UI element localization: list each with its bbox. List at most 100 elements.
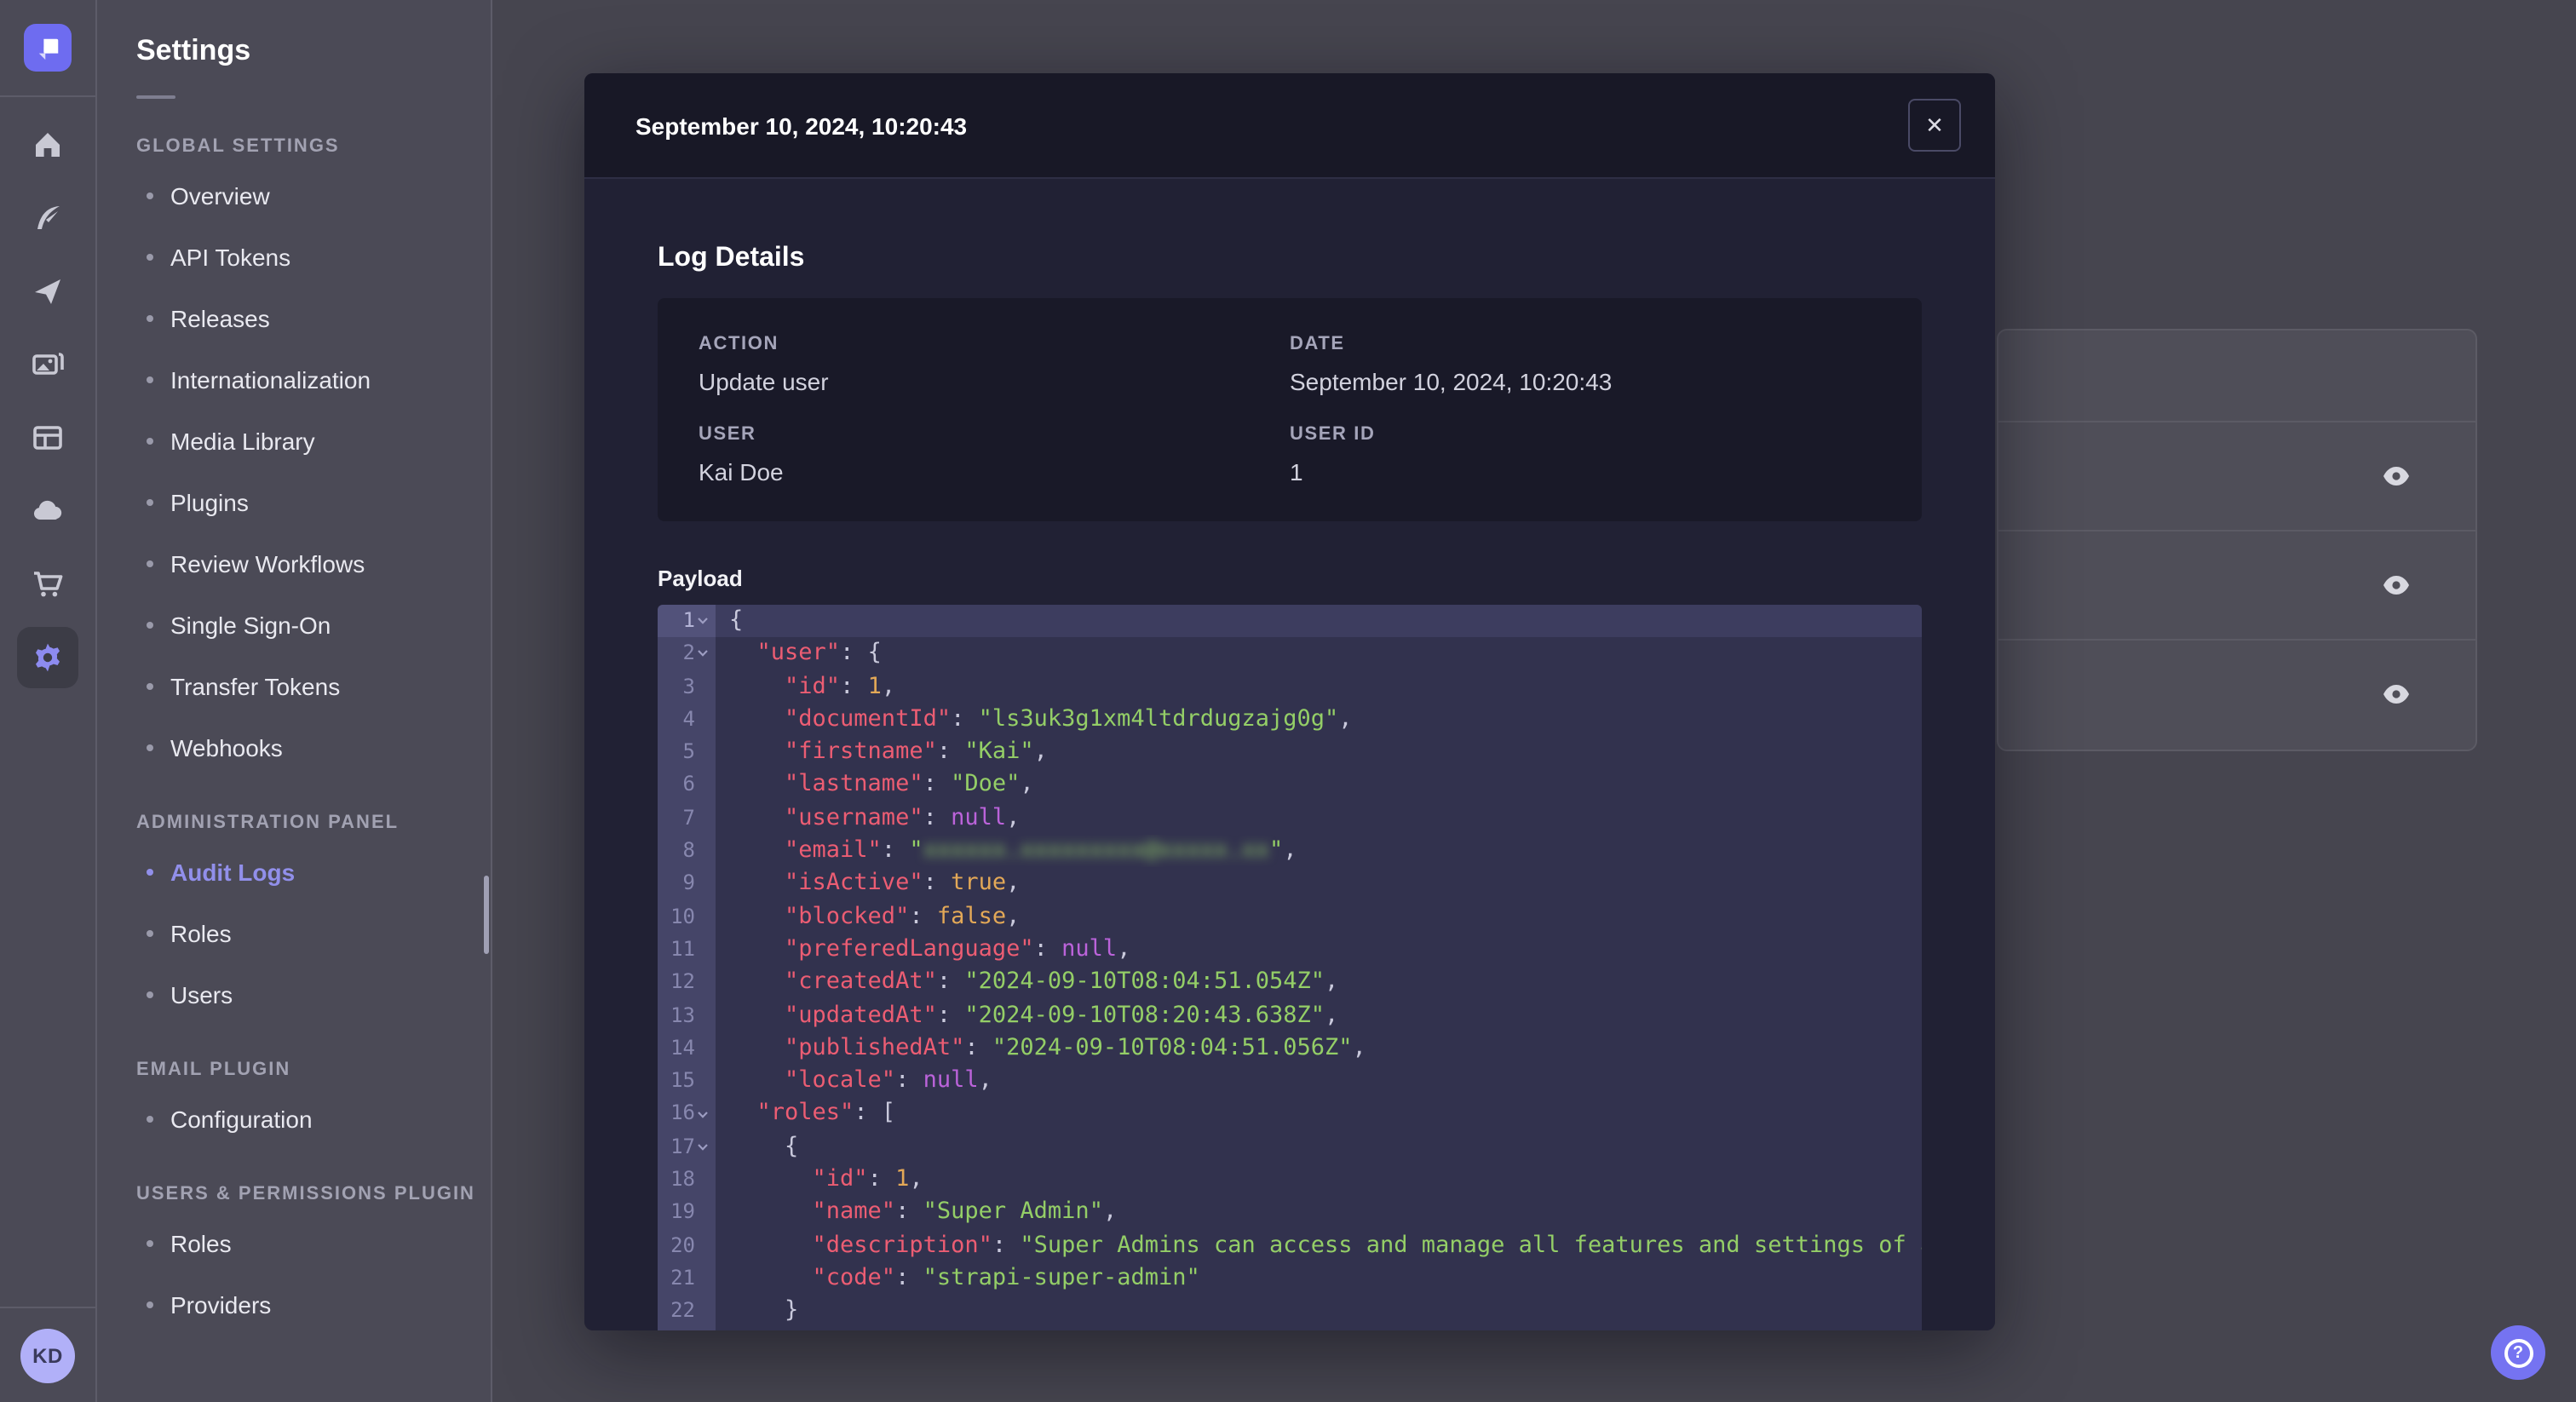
field-label: DATE [1290,334,1345,354]
code-line-content: "name": "Super Admin", [729,1198,1118,1226]
code-line: 21 "code": "strapi-super-admin" [658,1261,1922,1296]
table-row [1998,530,2475,639]
line-number: 9 [658,867,716,901]
field-label: USER [699,424,756,445]
code-line: 17 { [658,1130,1922,1164]
code-line: 13 "updatedAt": "2024-09-10T08:20:43.638… [658,999,1922,1032]
settings-gear-cell [0,620,96,693]
line-number: 20 [658,1229,716,1262]
sidebar-item-providers[interactable]: Providers [97,1274,491,1336]
code-line: 10 "blocked": false, [658,900,1922,934]
code-line: 2 "user": { [658,637,1922,671]
media-images-icon[interactable] [0,327,96,400]
code-line-content: "email": "xxxxxx.xxxxxxxxx@xxxxx.xx", [729,836,1297,865]
field-label: ACTION [699,334,779,354]
line-number: 19 [658,1196,716,1230]
line-number: 1 [658,605,716,638]
sidebar-item-single-sign-on[interactable]: Single Sign-On [97,595,491,656]
settings-nav-panel: Settings GLOBAL SETTINGS Overview API Toke… [97,0,492,1402]
detail-field: USER ID 1 [1290,424,1881,486]
sidebar-icon-list [0,97,96,693]
field-label: USER ID [1290,424,1376,445]
line-number: 3 [658,670,716,704]
nav-scrollbar-thumb[interactable] [484,876,489,954]
code-line-content: "isActive": true, [729,869,1021,897]
sidebar-item-configuration[interactable]: Configuration [97,1089,491,1150]
code-line-content: { [729,1132,799,1160]
code-line-content: "id": 1, [729,1165,923,1193]
detail-field: USER Kai Doe [699,424,1290,486]
sidebar-item-webhooks[interactable]: Webhooks [97,717,491,779]
payload-json-viewer[interactable]: 1{2 "user": {3 "id": 1, 4 "documentId": "… [658,605,1922,1330]
modal-header: September 10, 2024, 10:20:43 ✕ [584,73,1995,179]
help-button[interactable]: ? [2491,1325,2545,1380]
collapse-chevron-icon[interactable] [697,1141,710,1154]
gear-icon[interactable] [17,626,78,687]
eye-icon[interactable] [2375,565,2416,606]
feather-icon[interactable] [0,181,96,254]
code-line-content: "updatedAt": "2024-09-10T08:20:43.638Z", [729,1001,1339,1029]
layout-icon[interactable] [0,400,96,474]
main-sidebar: KD [0,0,97,1402]
line-number: 18 [658,1164,716,1197]
eye-icon[interactable] [2375,674,2416,715]
sidebar-item-overview[interactable]: Overview [97,165,491,227]
sidebar-item-internationalization[interactable]: Internationalization [97,349,491,411]
sidebar-item-roles[interactable]: Roles [97,1213,491,1274]
code-line-content: "id": 1, [729,672,896,700]
code-line: 19 "name": "Super Admin", [658,1196,1922,1230]
strapi-logo-icon[interactable] [24,24,72,72]
paper-plane-icon[interactable] [0,254,96,327]
code-line-content: { [716,605,1922,638]
page-title: Settings [136,34,251,66]
sidebar-item-review-workflows[interactable]: Review Workflows [97,533,491,595]
code-line: 11 "preferedLanguage": null, [658,933,1922,967]
code-line: 20 "description": "Super Admins can acce… [658,1229,1922,1262]
sidebar-footer: KD [0,1307,95,1402]
code-line: 22 } [658,1295,1922,1329]
collapse-chevron-icon[interactable] [697,1107,710,1121]
line-number: 4 [658,703,716,737]
code-line-content: "lastname": "Doe", [729,770,1034,798]
sidebar-item-plugins[interactable]: Plugins [97,472,491,533]
blurred-email-value: xxxxxx.xxxxxxxxx@xxxxx.xx [923,836,1270,865]
field-value: Update user [699,368,829,395]
code-line: 23 ] [658,1328,1922,1330]
code-line-content: "createdAt": "2024-09-10T08:04:51.054Z", [729,968,1339,996]
cloud-icon[interactable] [0,474,96,547]
sidebar-item-users[interactable]: Users [97,964,491,1026]
code-line: 1{ [658,605,1922,638]
code-line-content: } [729,1296,799,1324]
detail-field: DATE September 10, 2024, 10:20:43 [1290,334,1881,395]
field-value: Kai Doe [699,458,784,486]
sidebar-item-media-library[interactable]: Media Library [97,411,491,472]
code-line: 6 "lastname": "Doe", [658,768,1922,802]
eye-icon[interactable] [2375,456,2416,497]
line-number: 16 [658,1097,716,1131]
code-line: 8 "email": "xxxxxx.xxxxxxxxx@xxxxx.xx", [658,835,1922,868]
settings-nav: GLOBAL SETTINGS Overview API Tokens Release… [97,99,491,1336]
sidebar-item-transfer-tokens[interactable]: Transfer Tokens [97,656,491,717]
line-number: 17 [658,1130,716,1164]
line-number: 7 [658,802,716,836]
table-row [1998,421,2475,530]
code-line: 15 "locale": null, [658,1065,1922,1098]
modal-title: September 10, 2024, 10:20:43 [635,112,968,139]
table-row [1998,639,2475,748]
sidebar-item-roles[interactable]: Roles [97,903,491,964]
collapse-chevron-icon[interactable] [697,647,710,661]
nav-section-header: GLOBAL SETTINGS [136,136,340,157]
code-line: 9 "isActive": true, [658,867,1922,901]
home-icon[interactable] [0,107,96,181]
cart-icon[interactable] [0,547,96,620]
sidebar-item-api-tokens[interactable]: API Tokens [97,227,491,288]
sidebar-item-audit-logs[interactable]: Audit Logs [97,842,491,903]
sidebar-item-releases[interactable]: Releases [97,288,491,349]
code-line-content: "publishedAt": "2024-09-10T08:04:51.056Z… [729,1033,1366,1061]
line-number: 23 [658,1328,716,1330]
avatar[interactable]: KD [20,1328,75,1382]
collapse-chevron-icon[interactable] [697,614,710,628]
line-number: 5 [658,736,716,769]
question-mark-icon: ? [2504,1338,2533,1367]
close-icon[interactable]: ✕ [1908,99,1961,152]
